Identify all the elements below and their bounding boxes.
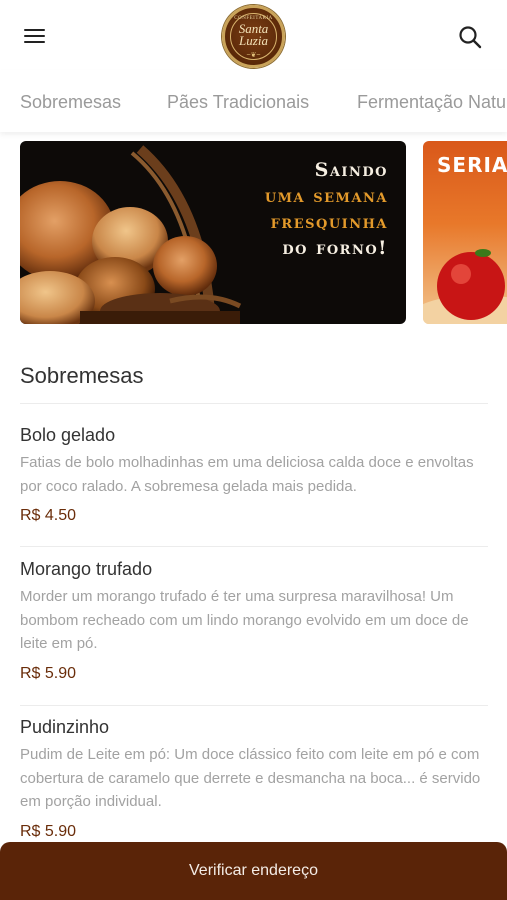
fruit-image (423, 249, 507, 324)
banner-line-2: uma semana (264, 185, 388, 207)
product-price: R$ 4.50 (20, 507, 77, 524)
banner-line-1: Saindo (314, 159, 388, 181)
banner-line-3: fresquinha (270, 211, 388, 233)
section-title: Sobremesas (20, 363, 144, 388)
product-price: R$ 5.90 (20, 664, 77, 682)
product-description: Pudim de Leite em pó: Um doce clássico f… (20, 746, 481, 810)
hamburger-menu-icon[interactable] (22, 24, 48, 48)
banner-line-4: do forno! (282, 237, 388, 259)
section-divider (20, 403, 488, 404)
promo-banner-second[interactable]: Seria (423, 141, 507, 324)
tab-paes-tradicionais[interactable]: Pães Tradicionais (167, 92, 309, 113)
verify-address-button[interactable]: Verificar endereço (0, 842, 507, 900)
product-description: Morder um morango trufado é ter uma surp… (20, 588, 469, 652)
product-price: R$ 5.90 (20, 822, 77, 840)
product-name: Pudinzinho (20, 717, 110, 737)
search-icon[interactable] (457, 24, 483, 50)
product-description: Fatias de bolo molhadinhas em uma delici… (20, 454, 474, 495)
product-item-pudinzinho[interactable]: Pudinzinho Pudim de Leite em pó: Um doce… (20, 716, 488, 842)
category-tabs: Sobremesas Pães Tradicionais Fermentação… (0, 70, 507, 132)
promo-carousel[interactable]: Saindo uma semana fresquinha do forno! S… (0, 141, 507, 325)
product-name: Bolo gelado (20, 425, 116, 445)
product-item-morango-trufado[interactable]: Morango trufado Morder um morango trufad… (20, 558, 488, 684)
tab-fermentacao-natural[interactable]: Fermentação Natural (357, 92, 507, 113)
logo-name: Santa Luzia (238, 21, 269, 48)
brand-logo[interactable]: CONFEITARIA Santa Luzia ~❦~ (222, 5, 285, 68)
product-name: Morango trufado (20, 559, 153, 579)
product-divider (20, 546, 488, 547)
product-divider (20, 705, 488, 706)
tab-sobremesas[interactable]: Sobremesas (20, 92, 121, 113)
app-header: CONFEITARIA Santa Luzia ~❦~ (0, 0, 507, 70)
product-item-bolo-gelado[interactable]: Bolo gelado Fatias de bolo molhadinhas e… (20, 424, 488, 526)
logo-flourish: ~❦~ (246, 52, 261, 59)
promo-banner-fresh-bread[interactable]: Saindo uma semana fresquinha do forno! (20, 141, 406, 324)
